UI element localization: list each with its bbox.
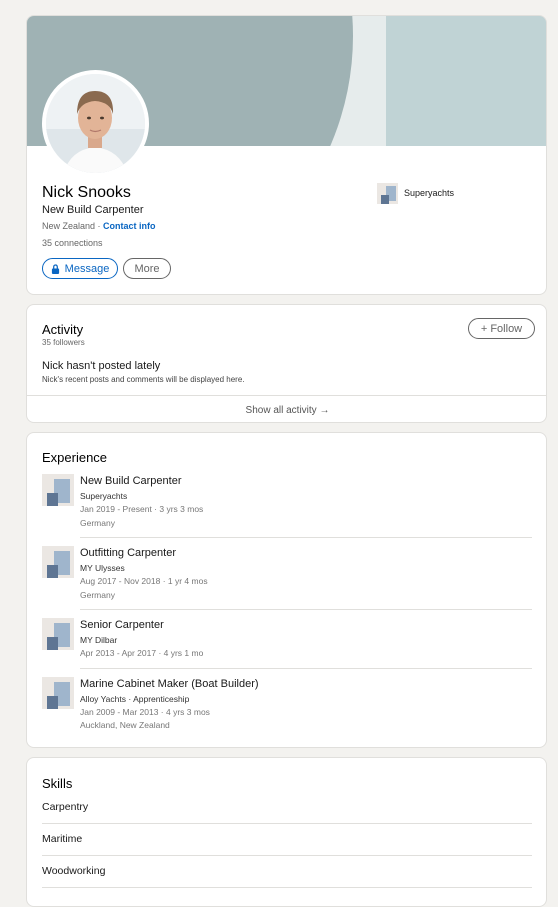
- no-posts-text: Nick's recent posts and comments will be…: [42, 375, 245, 384]
- avatar-photo: [46, 74, 145, 173]
- show-all-activity-button[interactable]: Show all activity →: [27, 395, 546, 422]
- profile-location: New Zealand: [42, 221, 96, 231]
- experience-divider: [80, 609, 532, 610]
- activity-card: Activity + Follow 35 followers Nick hasn…: [26, 304, 547, 423]
- company-logo-icon: [42, 677, 74, 709]
- profile-headline: New Build Carpenter: [42, 204, 144, 216]
- experience-location: Auckland, New Zealand: [80, 720, 170, 730]
- skill-item[interactable]: Maritime: [42, 833, 82, 845]
- more-button[interactable]: More: [123, 258, 171, 279]
- experience-company: Alloy Yachts · Apprenticeship: [80, 694, 190, 704]
- avatar[interactable]: [42, 70, 149, 177]
- experience-location: Germany: [80, 590, 115, 600]
- experience-divider: [80, 668, 532, 669]
- more-button-label: More: [134, 262, 160, 275]
- connections-count[interactable]: 35 connections: [42, 238, 103, 248]
- message-button-label: Message: [64, 262, 110, 275]
- experience-dates: Apr 2013 - Apr 2017 · 4 yrs 1 mo: [80, 648, 204, 658]
- experience-dates: Aug 2017 - Nov 2018 · 1 yr 4 mos: [80, 576, 208, 586]
- message-button[interactable]: Message: [42, 258, 118, 279]
- company-logo-icon: [42, 618, 74, 650]
- current-company[interactable]: Superyachts: [404, 188, 454, 198]
- profile-location-line: New Zealand · Contact info: [42, 221, 156, 231]
- experience-dates: Jan 2019 - Present · 3 yrs 3 mos: [80, 504, 204, 514]
- experience-company: MY Ulysses: [80, 563, 125, 573]
- skill-item[interactable]: Woodworking: [42, 865, 105, 877]
- company-logo-icon: [42, 474, 74, 506]
- experience-title-text: Senior Carpenter: [80, 619, 164, 631]
- skills-card: Skills Carpentry Maritime Woodworking: [26, 757, 547, 907]
- experience-company: MY Dilbar: [80, 635, 118, 645]
- activity-title: Activity: [42, 322, 84, 337]
- experience-card: Experience New Build Carpenter Superyach…: [26, 432, 547, 748]
- experience-location: Germany: [80, 518, 115, 528]
- experience-divider: [80, 537, 532, 538]
- contact-info-link[interactable]: Contact info: [103, 221, 156, 231]
- experience-item[interactable]: Senior Carpenter MY Dilbar Apr 2013 - Ap…: [42, 618, 532, 666]
- experience-item[interactable]: New Build Carpenter Superyachts Jan 2019…: [42, 474, 532, 534]
- profile-name: Nick Snooks: [42, 184, 131, 201]
- location-separator: ·: [95, 221, 104, 231]
- skill-divider: [42, 823, 532, 824]
- skill-divider: [42, 887, 532, 888]
- follow-button[interactable]: + Follow: [468, 318, 535, 339]
- experience-item[interactable]: Marine Cabinet Maker (Boat Builder) Allo…: [42, 677, 532, 737]
- lock-icon: [51, 263, 59, 274]
- skill-divider: [42, 855, 532, 856]
- company-logo-icon: [42, 546, 74, 578]
- experience-title-text: Marine Cabinet Maker (Boat Builder): [80, 678, 259, 690]
- company-logo-icon[interactable]: [377, 183, 398, 204]
- experience-dates: Jan 2009 - Mar 2013 · 4 yrs 3 mos: [80, 707, 210, 717]
- experience-company: Superyachts: [80, 491, 128, 501]
- skills-title: Skills: [42, 776, 73, 791]
- experience-title-text: New Build Carpenter: [80, 475, 182, 487]
- experience-item[interactable]: Outfitting Carpenter MY Ulysses Aug 2017…: [42, 546, 532, 606]
- followers-count: 35 followers: [42, 338, 85, 347]
- no-posts-title: Nick hasn't posted lately: [42, 360, 161, 372]
- skill-item[interactable]: Carpentry: [42, 801, 88, 813]
- experience-title-text: Outfitting Carpenter: [80, 547, 176, 559]
- experience-title: Experience: [42, 450, 108, 465]
- profile-card: Nick Snooks New Build Carpenter New Zeal…: [26, 15, 547, 295]
